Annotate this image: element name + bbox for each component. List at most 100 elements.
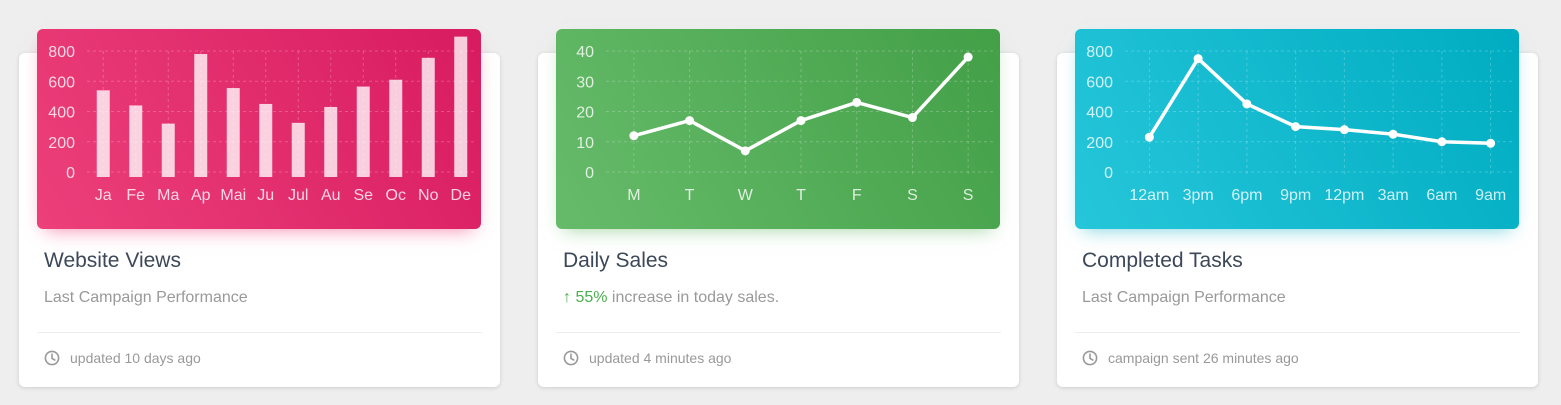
x-tick-label: T <box>685 187 695 204</box>
bar <box>226 88 240 177</box>
x-tick-label: 6pm <box>1231 187 1262 204</box>
data-point <box>1144 132 1154 142</box>
x-tick-label: T <box>796 187 806 204</box>
y-tick-label: 600 <box>48 74 75 91</box>
card-footer: campaign sent 26 minutes ago <box>1082 350 1299 366</box>
data-point <box>629 131 639 141</box>
card-title: Daily Sales <box>563 249 669 272</box>
card-daily-sales: 0 10 20 30 40 M T W T F S S Daily Sales ↑ 55% incre… <box>538 29 1019 387</box>
card-footer: updated 10 days ago <box>44 350 201 366</box>
y-tick-label: 200 <box>48 135 75 152</box>
card-footer: updated 4 minutes ago <box>563 350 731 366</box>
x-tick-label: S <box>907 187 918 204</box>
arrow-up-icon: ↑ <box>563 289 571 306</box>
bar <box>96 90 110 177</box>
x-tick-label: M <box>627 187 640 204</box>
bar <box>129 105 143 177</box>
y-tick-label: 0 <box>585 165 594 182</box>
chart-header-completed-tasks: 0 200 400 600 800 12am 3pm 6pm 9pm 12pm 3am 6am 9am <box>1075 29 1519 229</box>
y-tick-label: 800 <box>1086 44 1113 61</box>
chart-header-website-views: 0 200 400 600 800 Ja Fe Ma Ap Mai Ju Jul Au Se Oc No De <box>37 29 481 229</box>
x-tick-label: S <box>963 187 974 204</box>
x-tick-label: Jul <box>288 187 308 204</box>
bar-chart-website-views: 0 200 400 600 800 Ja Fe Ma Ap Mai Ju Jul Au Se Oc No De <box>48 36 477 204</box>
y-tick-label: 400 <box>48 105 75 122</box>
y-tick-label: 400 <box>1086 105 1113 122</box>
card-title: Website Views <box>44 249 181 272</box>
y-tick-label: 20 <box>576 105 594 122</box>
clock-icon <box>563 350 579 366</box>
y-tick-label: 0 <box>66 165 75 182</box>
data-point <box>1291 122 1301 132</box>
y-tick-label: 40 <box>576 44 594 61</box>
chart-header-daily-sales: 0 10 20 30 40 M T W T F S S <box>556 29 1000 229</box>
bar <box>356 86 370 177</box>
bar <box>421 57 435 177</box>
x-tick-label: Ja <box>95 187 112 204</box>
data-point <box>796 116 806 126</box>
x-tick-label: Ap <box>191 187 211 204</box>
x-tick-label: Mai <box>220 187 246 204</box>
divider <box>556 332 1001 333</box>
x-tick-label: Oc <box>386 187 406 204</box>
footer-text: updated 4 minutes ago <box>589 350 732 366</box>
x-tick-label: F <box>852 187 862 204</box>
y-tick-label: 200 <box>1086 135 1113 152</box>
data-point <box>907 113 917 123</box>
bar <box>389 79 403 177</box>
line-chart-completed-tasks: 0 200 400 600 800 12am 3pm 6pm 9pm 12pm 3am 6am 9am <box>1086 44 1515 204</box>
category-text: increase in today sales. <box>607 289 780 306</box>
divider <box>37 332 482 333</box>
card-category: ↑ 55% increase in today sales. <box>563 289 779 307</box>
bar <box>324 106 338 177</box>
data-point <box>852 97 862 107</box>
bar <box>194 54 208 177</box>
x-tick-label: 3pm <box>1183 187 1214 204</box>
x-tick-label: 12pm <box>1324 187 1364 204</box>
data-point <box>963 52 973 62</box>
bar <box>259 103 273 177</box>
increase-percent: 55% <box>575 289 608 306</box>
series-line <box>1147 56 1493 146</box>
y-tick-label: 0 <box>1104 165 1113 182</box>
card-completed-tasks: 0 200 400 600 800 12am 3pm 6pm 9pm 12pm 3am 6am 9am … <box>1057 29 1538 387</box>
x-tick-label: Ju <box>257 187 274 204</box>
clock-icon <box>1082 350 1098 366</box>
data-point <box>1437 137 1447 147</box>
x-tick-label: 9pm <box>1280 187 1311 204</box>
bar <box>161 123 175 177</box>
data-point <box>1339 125 1349 135</box>
y-tick-label: 10 <box>576 135 594 152</box>
clock-icon <box>44 350 60 366</box>
data-point <box>1486 138 1496 148</box>
x-tick-label: Au <box>321 187 341 204</box>
x-tick-label: Se <box>353 187 373 204</box>
x-tick-label: 3am <box>1378 187 1409 204</box>
line-chart-daily-sales: 0 10 20 30 40 M T W T F S S <box>576 44 996 204</box>
x-tick-label: De <box>451 187 472 204</box>
data-point <box>1388 129 1398 139</box>
divider <box>1075 332 1520 333</box>
bar <box>454 36 468 177</box>
data-point <box>1193 54 1203 64</box>
data-point <box>740 146 750 156</box>
x-tick-label: W <box>738 187 754 204</box>
data-point <box>1242 99 1252 109</box>
footer-text: updated 10 days ago <box>70 350 201 366</box>
card-category: Last Campaign Performance <box>44 289 248 306</box>
card-website-views: 0 200 400 600 800 Ja Fe Ma Ap Mai Ju Jul Au Se Oc No De … <box>19 29 500 387</box>
data-point <box>685 116 695 126</box>
footer-text: campaign sent 26 minutes ago <box>1108 350 1299 366</box>
x-tick-label: No <box>418 187 439 204</box>
x-tick-label: Ma <box>157 187 179 204</box>
y-tick-label: 800 <box>48 44 75 61</box>
card-title: Completed Tasks <box>1082 249 1243 272</box>
bar <box>291 122 305 177</box>
x-tick-label: 6am <box>1426 187 1457 204</box>
x-tick-label: Fe <box>126 187 145 204</box>
y-tick-label: 30 <box>576 74 594 91</box>
x-tick-label: 12am <box>1129 187 1169 204</box>
card-category: Last Campaign Performance <box>1082 289 1286 306</box>
x-tick-label: 9am <box>1475 187 1506 204</box>
y-tick-label: 600 <box>1086 74 1113 91</box>
